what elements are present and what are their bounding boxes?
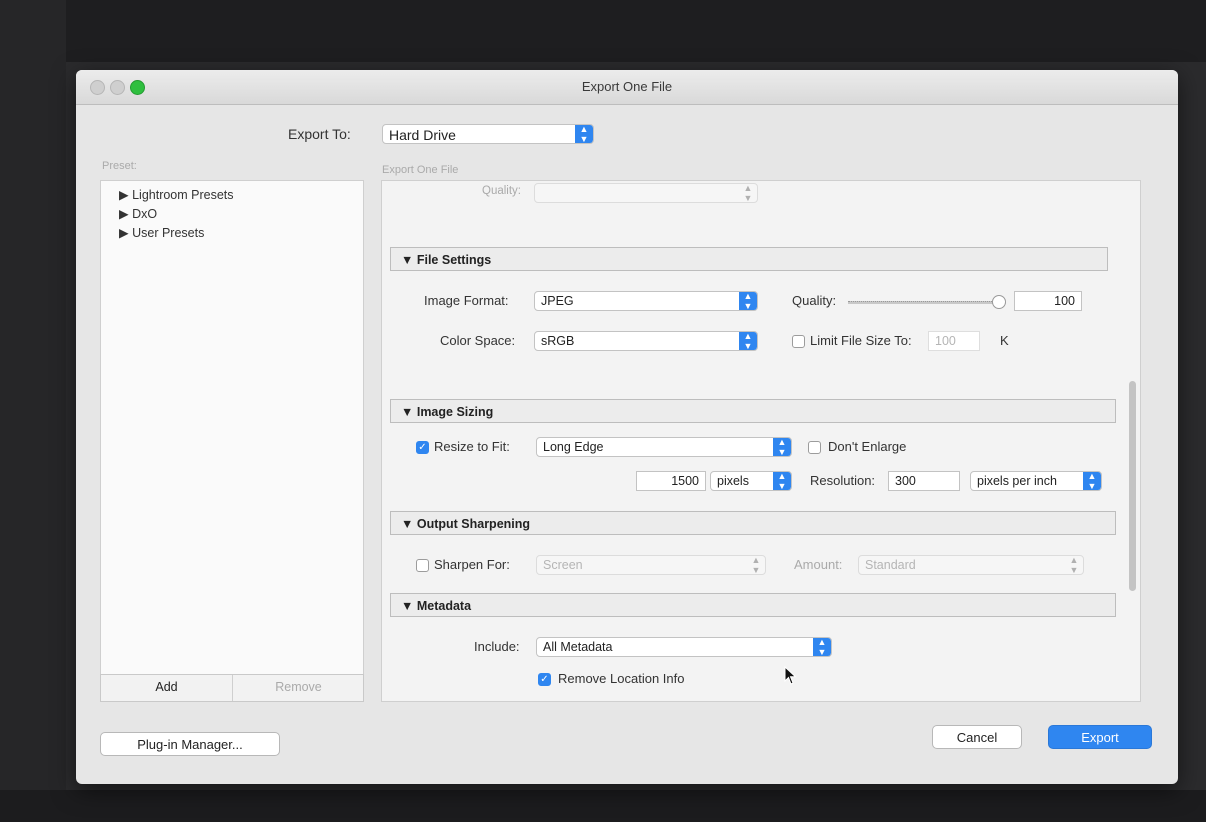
amount-select[interactable]: Standard ▲ ▼ — [858, 555, 1084, 575]
top-quality-select[interactable]: ▲ ▼ — [534, 183, 758, 203]
include-select[interactable]: All Metadata ▲ ▼ — [536, 637, 832, 657]
remove-preset-button[interactable]: Remove — [233, 680, 364, 694]
export-to-label: Export To: — [288, 126, 351, 142]
limit-file-size-unit: K — [1000, 333, 1009, 348]
preset-summary: Export One File — [382, 164, 459, 176]
resolution-unit-select[interactable]: pixels per inch ▲ ▼ — [970, 471, 1102, 491]
amount-value: Standard — [865, 558, 916, 572]
resolution-field[interactable]: 300 — [888, 471, 960, 491]
image-format-label: Image Format: — [424, 293, 509, 308]
backdrop-left — [0, 0, 66, 822]
preset-label: Preset: — [102, 160, 137, 172]
image-format-value: JPEG — [541, 294, 574, 308]
color-space-label: Color Space: — [440, 333, 516, 348]
resize-to-fit-value: Long Edge — [543, 440, 604, 454]
preset-folder-dxo[interactable]: ▶ DxO — [119, 206, 157, 221]
cancel-button[interactable]: Cancel — [932, 725, 1022, 749]
preset-list[interactable]: ▶ Lightroom Presets ▶ DxO ▶ User Presets — [100, 180, 364, 702]
quality-field[interactable]: 100 — [1014, 291, 1082, 311]
image-format-select[interactable]: JPEG ▲ ▼ — [534, 291, 758, 311]
select-arrows-icon: ▲ ▼ — [1069, 555, 1079, 575]
select-arrows-icon: ▲ ▼ — [773, 438, 791, 456]
limit-file-size-checkbox[interactable] — [792, 335, 805, 348]
quality-label: Quality: — [792, 293, 837, 308]
quality-slider[interactable] — [848, 301, 1004, 304]
export-to-value: Hard Drive — [389, 127, 456, 143]
file-settings-header[interactable]: ▼ File Settings — [390, 247, 1108, 271]
select-arrows-icon: ▲ ▼ — [773, 472, 791, 490]
size-field[interactable]: 1500 — [636, 471, 706, 491]
color-space-select[interactable]: sRGB ▲ ▼ — [534, 331, 758, 351]
amount-label: Amount: — [794, 557, 843, 572]
select-arrows-icon: ▲ ▼ — [1083, 472, 1101, 490]
remove-location-checkbox[interactable]: ✓ — [538, 673, 551, 686]
quality-slider-thumb[interactable] — [992, 295, 1006, 309]
backdrop-top — [0, 0, 1206, 62]
settings-panel: Quality: ▲ ▼ ▼ File Settings Image Format… — [381, 180, 1141, 702]
image-sizing-header[interactable]: ▼ Image Sizing — [390, 399, 1116, 423]
sharpen-for-checkbox[interactable] — [416, 559, 429, 572]
export-button[interactable]: Export — [1048, 725, 1152, 749]
resize-to-fit-select[interactable]: Long Edge ▲ ▼ — [536, 437, 792, 457]
metadata-header[interactable]: ▼ Metadata — [390, 593, 1116, 617]
remove-location-label: Remove Location Info — [558, 671, 685, 686]
resolution-label: Resolution: — [810, 473, 876, 488]
add-preset-button[interactable]: Add — [101, 680, 232, 694]
window-title: Export One File — [581, 79, 673, 94]
select-arrows-icon: ▲ ▼ — [575, 125, 593, 143]
preset-buttons: Add Remove — [100, 674, 364, 702]
sharpen-for-label: Sharpen For: — [434, 557, 510, 572]
settings-scrollbar[interactable] — [1129, 381, 1136, 591]
top-quality-label: Quality: — [482, 185, 521, 197]
select-arrows-icon: ▲ ▼ — [751, 555, 761, 575]
dont-enlarge-checkbox[interactable] — [808, 441, 821, 454]
size-unit-select[interactable]: pixels ▲ ▼ — [710, 471, 792, 491]
limit-file-size-label: Limit File Size To: — [810, 333, 912, 348]
export-to-select[interactable]: Hard Drive ▲ ▼ — [382, 124, 594, 144]
plugin-manager-button[interactable]: Plug-in Manager... — [100, 732, 280, 756]
output-sharpening-header[interactable]: ▼ Output Sharpening — [390, 511, 1116, 535]
dont-enlarge-label: Don't Enlarge — [828, 439, 907, 454]
include-value: All Metadata — [543, 640, 613, 654]
preset-folder-user[interactable]: ▶ User Presets — [119, 225, 204, 240]
select-arrows-icon: ▲ ▼ — [743, 183, 753, 203]
export-dialog: Export One File Export To: Hard Drive ▲ ▼… — [76, 70, 1178, 784]
select-arrows-icon: ▲ ▼ — [739, 332, 757, 350]
limit-file-size-field[interactable]: 100 — [928, 331, 980, 351]
mouse-pointer-icon — [784, 666, 797, 685]
color-space-value: sRGB — [541, 334, 575, 348]
sharpen-for-value: Screen — [543, 558, 583, 572]
preset-folder-lightroom[interactable]: ▶ Lightroom Presets — [119, 187, 234, 202]
select-arrows-icon: ▲ ▼ — [813, 638, 831, 656]
include-label: Include: — [474, 639, 520, 654]
resize-to-fit-checkbox[interactable]: ✓ — [416, 441, 429, 454]
backdrop-bottom — [0, 790, 1206, 822]
sharpen-for-select[interactable]: Screen ▲ ▼ — [536, 555, 766, 575]
select-arrows-icon: ▲ ▼ — [739, 292, 757, 310]
title-bar: Export One File — [76, 70, 1178, 105]
size-unit-value: pixels — [717, 474, 749, 488]
resolution-unit-value: pixels per inch — [977, 474, 1057, 488]
resize-to-fit-label: Resize to Fit: — [434, 439, 510, 454]
